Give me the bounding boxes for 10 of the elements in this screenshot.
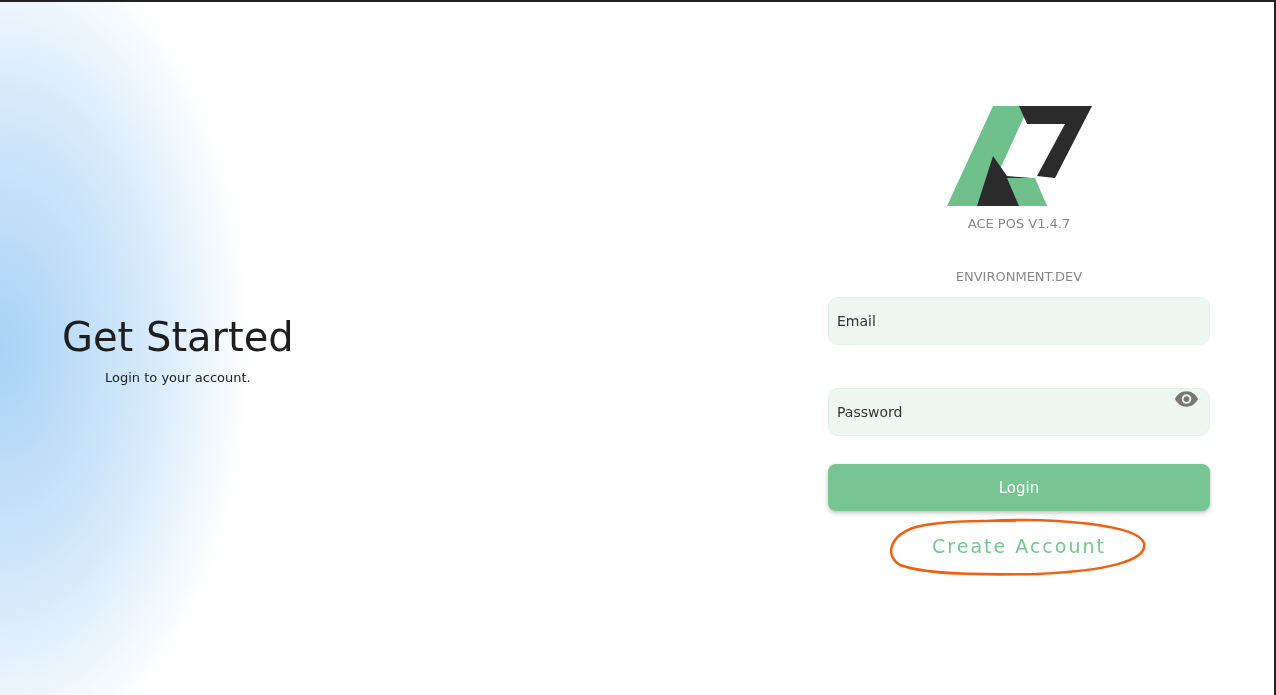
version-label: ACE POS V1.4.7 bbox=[967, 216, 1071, 231]
password-field[interactable]: Password bbox=[828, 388, 1210, 436]
page-subtitle: Login to your account. bbox=[105, 370, 251, 385]
logo-icon bbox=[946, 106, 1092, 206]
login-button[interactable]: Login bbox=[828, 464, 1210, 511]
email-field[interactable]: Email bbox=[828, 297, 1210, 345]
create-account-link[interactable]: Create Account bbox=[932, 535, 1106, 557]
eye-icon[interactable] bbox=[1175, 391, 1198, 407]
page-title: Get Started bbox=[62, 314, 294, 360]
environment-label: ENVIRONMENT.DEV bbox=[955, 269, 1083, 284]
